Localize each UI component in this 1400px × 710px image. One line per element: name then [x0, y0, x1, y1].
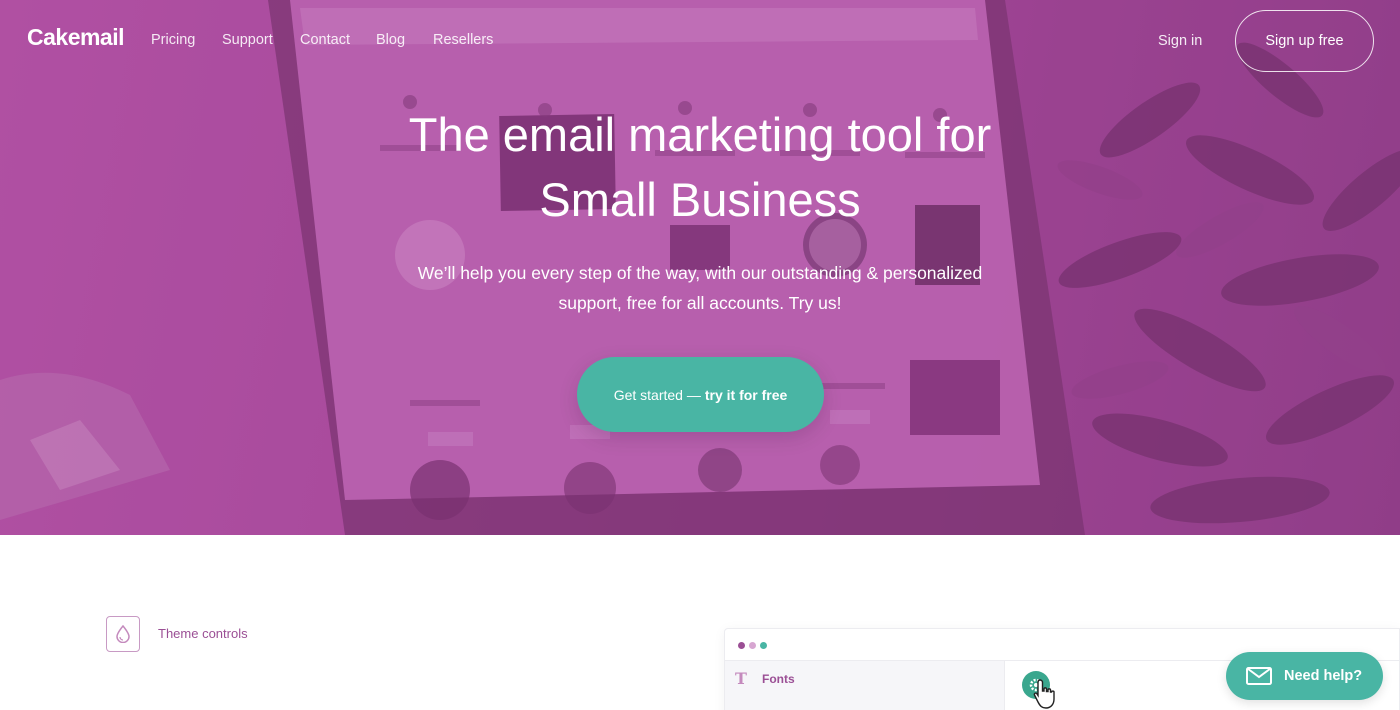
hero-subtext: We’ll help you every step of the way, wi…: [380, 258, 1020, 318]
nav-link-blog[interactable]: Blog: [376, 32, 405, 48]
hand-pointer-icon: [1033, 679, 1055, 709]
mockup-sidebar: T Fonts: [725, 661, 1005, 710]
window-dot-teal: [760, 642, 767, 649]
nav-link-resellers[interactable]: Resellers: [433, 32, 493, 48]
font-t-icon: T: [735, 669, 747, 688]
nav-link-contact[interactable]: Contact: [300, 32, 350, 48]
sign-up-button[interactable]: Sign up free: [1235, 10, 1374, 72]
hero-headline-line-2: Small Business: [539, 173, 861, 226]
theme-controls-label: Theme controls: [158, 626, 248, 641]
hero-subtext-line-1: We’ll help you every step of the way, wi…: [417, 263, 983, 283]
window-dot-pink: [749, 642, 756, 649]
cta-bold-text: try it for free: [704, 386, 788, 403]
window-dot-purple: [738, 642, 745, 649]
need-help-button[interactable]: Need help?: [1226, 652, 1383, 700]
theme-controls-icon-box: [106, 616, 140, 652]
get-started-button[interactable]: Get started — try it for free: [577, 357, 824, 432]
nav-link-pricing[interactable]: Pricing: [151, 32, 195, 48]
need-help-label: Need help?: [1284, 668, 1363, 684]
hero-section: Cakemail Pricing Support Contact Blog Re…: [0, 0, 1400, 535]
fonts-menu-item[interactable]: Fonts: [762, 672, 795, 686]
droplet-icon: [116, 625, 130, 643]
hero-headline-line-1: The email marketing tool for: [408, 108, 992, 161]
top-navigation: Cakemail Pricing Support Contact Blog Re…: [0, 0, 1400, 80]
cakemail-logo[interactable]: Cakemail: [27, 24, 125, 51]
cta-prefix-text: Get started —: [613, 386, 701, 403]
nav-link-support[interactable]: Support: [222, 32, 273, 48]
sign-in-link[interactable]: Sign in: [1158, 33, 1202, 49]
envelope-icon: [1246, 667, 1272, 685]
hero-subtext-line-2: support, free for all accounts. Try us!: [558, 293, 842, 313]
hero-headline: The email marketing tool for Small Busin…: [300, 102, 1100, 232]
